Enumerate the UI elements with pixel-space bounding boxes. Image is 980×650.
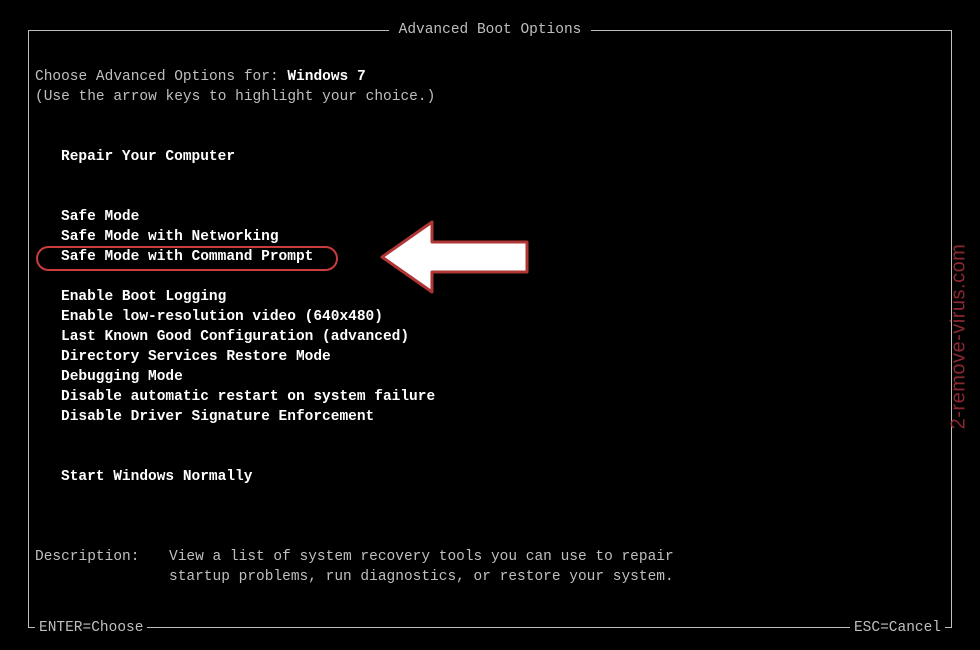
menu-item-debug[interactable]: Debugging Mode	[35, 367, 945, 387]
description-row: Description: View a list of system recov…	[35, 547, 945, 587]
footer-esc: ESC=Cancel	[850, 620, 945, 636]
menu-item-repair[interactable]: Repair Your Computer	[35, 147, 945, 167]
title-bar: Advanced Boot Options	[29, 22, 951, 38]
content-area: Choose Advanced Options for: Windows 7 (…	[29, 47, 951, 587]
menu-item-safe-mode[interactable]: Safe Mode	[35, 207, 945, 227]
menu-item-disable-driver-sig[interactable]: Disable Driver Signature Enforcement	[35, 407, 945, 427]
menu-item-low-res[interactable]: Enable low-resolution video (640x480)	[35, 307, 945, 327]
menu-item-last-known-good[interactable]: Last Known Good Configuration (advanced)	[35, 327, 945, 347]
footer-bar: ENTER=Choose ESC=Cancel	[35, 620, 945, 636]
description-label: Description:	[35, 547, 169, 587]
menu-item-disable-auto-restart[interactable]: Disable automatic restart on system fail…	[35, 387, 945, 407]
boot-options-screen: Advanced Boot Options Choose Advanced Op…	[28, 30, 952, 628]
menu-item-boot-logging[interactable]: Enable Boot Logging	[35, 287, 945, 307]
os-name: Windows 7	[287, 69, 365, 85]
menu-item-start-normally[interactable]: Start Windows Normally	[35, 467, 945, 487]
menu-item-ds-restore[interactable]: Directory Services Restore Mode	[35, 347, 945, 367]
menu-item-safe-mode-networking[interactable]: Safe Mode with Networking	[35, 227, 945, 247]
choose-line: Choose Advanced Options for: Windows 7	[35, 67, 945, 87]
hint-line: (Use the arrow keys to highlight your ch…	[35, 87, 945, 107]
description-text: View a list of system recovery tools you…	[169, 547, 945, 587]
menu-item-safe-mode-cmd[interactable]: Safe Mode with Command Prompt	[35, 247, 945, 267]
screen-title: Advanced Boot Options	[389, 22, 592, 38]
footer-enter: ENTER=Choose	[35, 620, 147, 636]
